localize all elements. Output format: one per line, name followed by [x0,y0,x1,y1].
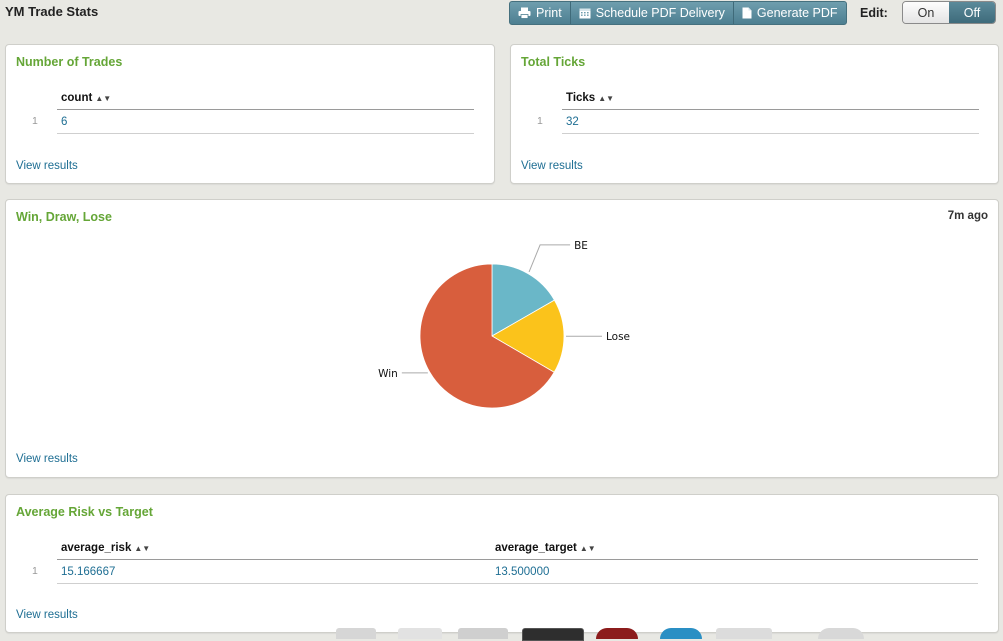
sort-icon: ▲▼ [95,94,112,103]
row-number: 1 [32,115,38,127]
dock-app-icon[interactable] [398,628,442,639]
document-icon [742,7,752,19]
view-results-link[interactable]: View results [16,160,78,172]
print-button-label: Print [536,6,562,20]
dock-app-icon[interactable] [818,628,864,639]
pie-leader-line [528,244,571,273]
dock-app-icon[interactable] [336,628,376,639]
edit-toggle-off[interactable]: Off [949,2,995,23]
view-results-link[interactable]: View results [16,453,78,465]
average-target-value[interactable]: 13.500000 [495,566,549,578]
schedule-pdf-delivery-button[interactable]: Schedule PDF Delivery [571,2,734,24]
column-header-label: average_risk [61,542,132,554]
table-header-divider [562,109,979,110]
row-number: 1 [537,115,543,127]
schedule-pdf-delivery-label: Schedule PDF Delivery [595,6,725,20]
pie-label-be: BE [574,240,588,252]
table-row-divider [57,133,474,134]
average-risk-value[interactable]: 15.166667 [61,566,115,578]
edit-label: Edit: [860,6,888,20]
panel-title: Total Ticks [521,55,586,69]
view-results-link[interactable]: View results [16,609,78,621]
total-ticks-panel: Total Ticks Ticks ▲▼ 1 32 View results [510,44,999,184]
view-results-link[interactable]: View results [521,160,583,172]
column-header-average-target[interactable]: average_target ▲▼ [495,542,596,554]
dock-app-icon[interactable] [458,628,508,639]
sort-icon: ▲▼ [134,544,151,553]
sort-icon: ▲▼ [579,544,596,553]
table-row-divider [57,583,978,584]
edit-toggle: On Off [902,1,996,24]
average-risk-vs-target-panel: Average Risk vs Target average_risk ▲▼ av… [5,494,999,633]
column-header-label: Ticks [566,92,596,104]
dock-app-icon[interactable] [596,628,638,639]
pie-label-lose: Lose [606,331,630,343]
print-button[interactable]: Print [510,2,571,24]
table-row-divider [562,133,979,134]
ticks-value[interactable]: 32 [566,116,579,128]
panel-title: Number of Trades [16,55,123,69]
calendar-icon [579,8,591,19]
table-header-divider [57,109,474,110]
printer-icon [518,7,531,19]
column-header-average-risk[interactable]: average_risk ▲▼ [61,542,150,554]
dock-app-icon[interactable] [716,628,772,639]
generate-pdf-button[interactable]: Generate PDF [734,2,846,24]
table-header-divider [57,559,978,560]
toolbar-button-group: Print Schedule PDF Delivery Generate PDF [509,1,847,25]
column-header-label: average_target [495,542,577,554]
top-bar: YM Trade Stats Print Schedule PDF Delive… [0,0,1003,36]
pie-chart: BE Lose Win [378,240,630,409]
edit-toggle-on[interactable]: On [903,2,949,23]
column-header-ticks[interactable]: Ticks ▲▼ [566,92,614,104]
dock-app-icon[interactable] [522,628,584,641]
column-header-count[interactable]: count ▲▼ [61,92,111,104]
panel-title: Average Risk vs Target [16,505,153,519]
generate-pdf-label: Generate PDF [756,6,838,20]
dashboard-title: YM Trade Stats [5,4,99,19]
pie-label-win: Win [378,368,398,380]
win-draw-lose-panel: Win, Draw, Lose 7m ago BE Lose Win View re… [5,199,999,478]
sort-icon: ▲▼ [598,94,615,103]
dock-app-icon[interactable] [660,628,702,639]
row-number: 1 [32,565,38,577]
count-value[interactable]: 6 [61,116,67,128]
column-header-label: count [61,92,93,104]
number-of-trades-panel: Number of Trades count ▲▼ 1 6 View result… [5,44,495,184]
